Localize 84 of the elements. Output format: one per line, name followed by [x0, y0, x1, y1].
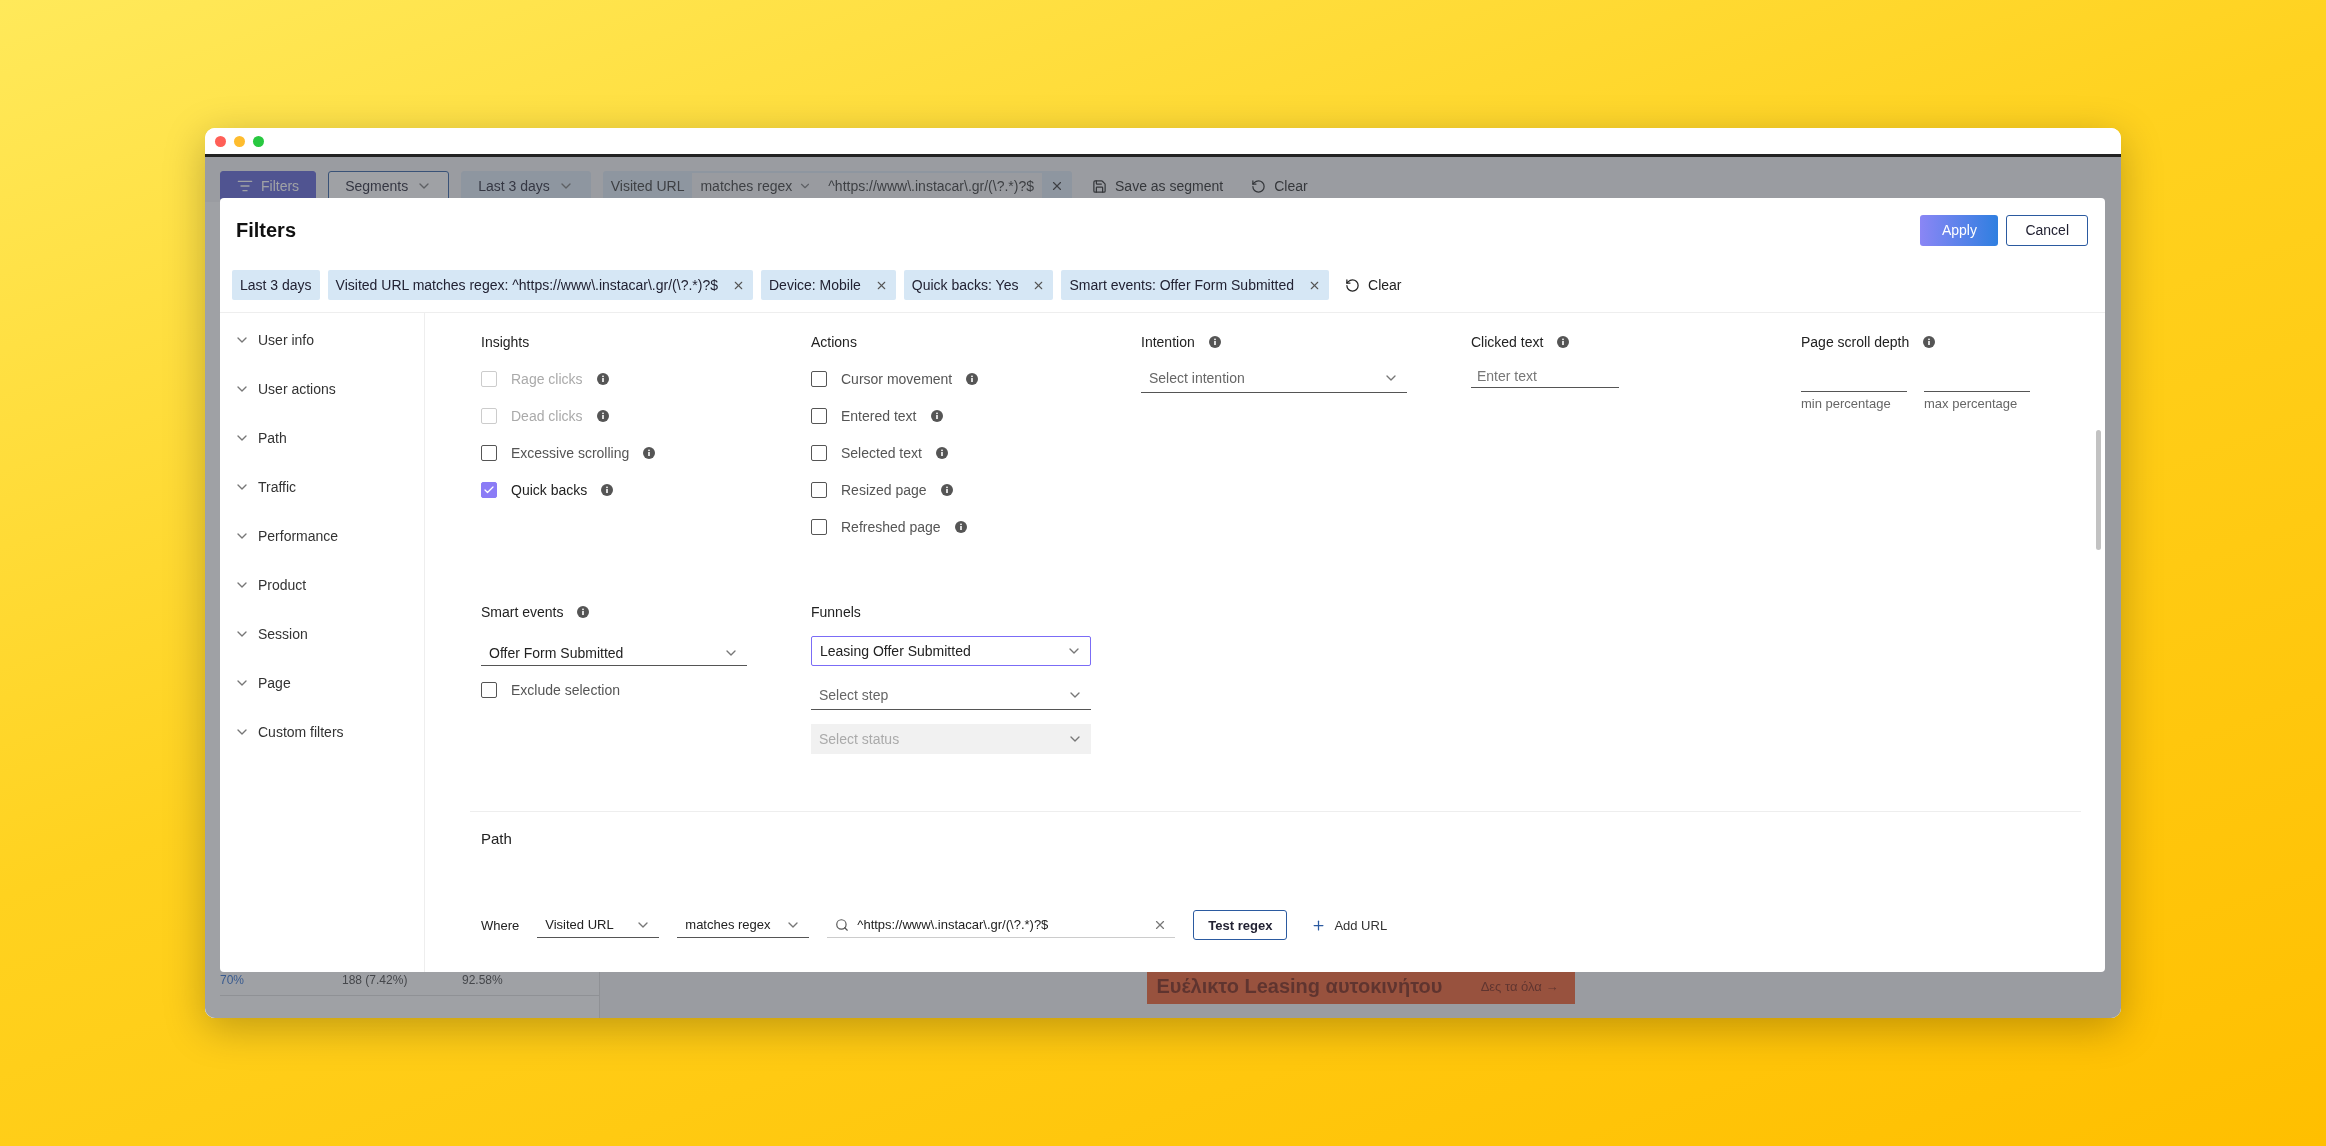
info-icon[interactable]	[1557, 336, 1570, 348]
info-icon[interactable]	[577, 606, 590, 618]
checkbox-label: Quick backs	[511, 481, 588, 498]
checkbox[interactable]	[811, 370, 827, 387]
sidebar-item[interactable]: Page	[220, 658, 424, 707]
segments-dropdown[interactable]: Segments	[328, 171, 450, 201]
section-heading: Clicked text	[1471, 334, 1544, 350]
checkbox-label: Rage clicks	[511, 370, 583, 387]
info-icon[interactable]	[643, 446, 656, 459]
regex-search-field[interactable]: ^https://www\.instacar\.gr/(\?.*)?$	[827, 912, 1176, 938]
clicked-text-field[interactable]: Enter text	[1471, 364, 1619, 388]
info-icon[interactable]	[596, 372, 609, 385]
info-icon[interactable]	[1208, 336, 1221, 348]
info-icon[interactable]	[930, 409, 943, 422]
info-icon[interactable]	[954, 520, 967, 533]
checkbox-label: Cursor movement	[841, 370, 953, 387]
section-heading: Page scroll depth	[1801, 334, 1910, 350]
section-heading: Insights	[481, 334, 530, 350]
filter-chip[interactable]: Quick backs: Yes	[903, 270, 1054, 300]
checkbox[interactable]	[481, 444, 497, 461]
filter-chip[interactable]: Device: Mobile	[761, 270, 896, 300]
checkbox-label: Selected text	[841, 444, 922, 461]
info-icon[interactable]	[940, 483, 953, 496]
plus-icon	[1311, 917, 1327, 933]
filter-chip[interactable]: Smart events: Offer Form Submitted	[1061, 270, 1330, 300]
filter-icon	[237, 178, 253, 194]
test-regex-button[interactable]: Test regex	[1193, 910, 1288, 940]
checkbox-label: Excessive scrolling	[511, 444, 630, 461]
sidebar-item[interactable]: Session	[220, 609, 424, 658]
sidebar-item[interactable]: Path	[220, 413, 424, 462]
section-heading: Funnels	[811, 604, 861, 620]
section-heading: Intention	[1141, 334, 1195, 350]
clear-button[interactable]: Clear	[1243, 178, 1316, 194]
section-heading: Path	[481, 830, 513, 849]
save-icon	[1092, 178, 1108, 194]
info-icon[interactable]	[966, 372, 979, 385]
info-icon[interactable]	[935, 446, 948, 459]
banner-title: Ευέλικτο Leasing αυτοκινήτου	[1156, 974, 1443, 998]
checkbox[interactable]	[811, 518, 827, 535]
checkbox[interactable]	[811, 407, 827, 424]
funnel-dropdown[interactable]: Leasing Offer Submitted	[811, 636, 1091, 666]
info-icon[interactable]	[601, 483, 614, 496]
clear-button[interactable]: Clear	[1337, 277, 1410, 293]
table-cell-text: 92.58%	[462, 973, 504, 987]
undo-icon	[1345, 277, 1361, 293]
sidebar-item[interactable]: Product	[220, 560, 424, 609]
apply-button[interactable]: Apply	[1920, 214, 1999, 246]
filter-chip[interactable]: Last 3 days	[232, 270, 320, 300]
checkbox[interactable]	[811, 444, 827, 461]
close-window-icon[interactable]	[215, 135, 226, 147]
where-label: Where	[481, 917, 520, 933]
cancel-button[interactable]: Cancel	[2006, 214, 2088, 246]
info-icon[interactable]	[1923, 336, 1936, 348]
field-caption: max percentage	[1924, 396, 2019, 411]
sidebar-item[interactable]: User actions	[220, 364, 424, 413]
checkbox-label: Dead clicks	[511, 407, 583, 424]
filter-chip[interactable]: Visited URL matches regex: ^https://www\.instacar\.gr/(\?.*)?$	[327, 270, 753, 300]
dialog-title: Filters	[236, 218, 297, 242]
sidebar-item[interactable]: User info	[220, 315, 424, 364]
checkbox[interactable]	[811, 481, 827, 498]
table-cell-text: 70%	[220, 973, 246, 987]
operator-dropdown[interactable]: matches regex	[692, 173, 821, 199]
checkbox[interactable]	[481, 682, 497, 698]
section-heading: Actions	[811, 334, 857, 350]
section-heading: Smart events	[481, 604, 564, 620]
filter-field-label: Visited URL	[609, 177, 686, 196]
checkbox-label: Exclude selection	[511, 682, 620, 698]
checkbox-label: Entered text	[841, 407, 917, 424]
date-range-dropdown[interactable]: Last 3 days	[461, 171, 591, 201]
info-icon[interactable]	[596, 409, 609, 422]
undo-icon	[1251, 178, 1267, 194]
filter-value[interactable]: ^https://www\.instacar\.gr/(\?.*)?$	[820, 173, 1043, 199]
checkbox[interactable]	[481, 481, 497, 498]
add-url-button[interactable]: Add URL	[1305, 916, 1394, 934]
sidebar-item[interactable]: Performance	[220, 511, 424, 560]
sidebar-item[interactable]: Custom filters	[220, 707, 424, 756]
save-segment-button[interactable]: Save as segment	[1084, 178, 1232, 194]
table-cell-text: 188 (7.42%)	[342, 973, 409, 987]
checkbox-label: Refreshed page	[841, 518, 941, 535]
field-caption: min percentage	[1801, 396, 1892, 411]
search-icon	[835, 917, 850, 932]
scrollbar-thumb[interactable]	[2096, 430, 2101, 550]
checkbox-label: Resized page	[841, 481, 927, 498]
sidebar-item[interactable]: Traffic	[220, 462, 424, 511]
